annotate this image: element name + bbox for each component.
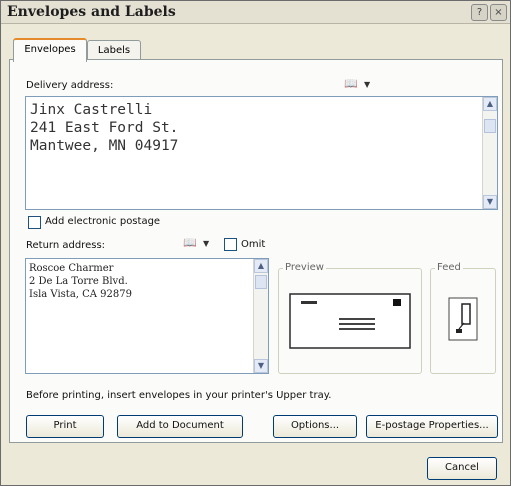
chevron-down-icon[interactable]: ▼ [203, 239, 209, 248]
delivery-address-text[interactable]: Jinx Castrelli 241 East Ford St. Mantwee… [26, 97, 497, 155]
help-icon[interactable]: ? [471, 4, 488, 21]
return-address-label: Return address: [26, 240, 106, 251]
address-book-icon[interactable]: 📖 [344, 77, 358, 90]
print-button[interactable]: Print [26, 415, 104, 438]
add-to-document-button[interactable]: Add to Document [117, 415, 243, 438]
scroll-thumb[interactable] [255, 275, 267, 289]
omit-checkbox[interactable] [224, 238, 237, 251]
address-book-icon[interactable]: 📖 [183, 236, 197, 249]
tab-envelopes[interactable]: Envelopes [13, 38, 87, 62]
delivery-address-field[interactable]: Jinx Castrelli 241 East Ford St. Mantwee… [25, 96, 498, 210]
scroll-down-icon[interactable]: ▼ [483, 195, 497, 209]
delivery-address-label: Delivery address: [26, 80, 114, 91]
tab-labels[interactable]: Labels [87, 40, 141, 61]
feed-label: Feed [435, 262, 463, 273]
dialog-title: Envelopes and Labels [7, 4, 176, 20]
title-bar: Envelopes and Labels ? × [1, 1, 510, 24]
scroll-down-icon[interactable]: ▼ [254, 359, 268, 373]
return-scrollbar[interactable]: ▲ ▼ [253, 259, 268, 373]
delivery-scrollbar[interactable]: ▲ ▼ [482, 97, 497, 209]
printer-info-text: Before printing, insert envelopes in you… [26, 390, 332, 401]
envelopes-labels-dialog: Envelopes and Labels ? × Envelopes Label… [0, 0, 511, 486]
add-postage-label: Add electronic postage [45, 216, 161, 227]
chevron-down-icon[interactable]: ▼ [364, 80, 370, 89]
envelopes-panel: Delivery address: 📖 ▼ Jinx Castrelli 241… [9, 59, 503, 443]
close-icon[interactable]: × [490, 4, 507, 21]
scroll-thumb[interactable] [484, 119, 496, 133]
epostage-properties-button[interactable]: E-postage Properties... [366, 415, 498, 438]
return-address-text[interactable]: Roscoe Charmer 2 De La Torre Blvd. Isla … [26, 259, 268, 301]
options-button[interactable]: Options... [273, 415, 357, 438]
preview-label: Preview [283, 262, 326, 273]
feed-group[interactable]: Feed [430, 262, 496, 374]
scroll-up-icon[interactable]: ▲ [483, 97, 497, 111]
preview-group[interactable]: Preview [278, 262, 422, 374]
return-address-field[interactable]: Roscoe Charmer 2 De La Torre Blvd. Isla … [25, 258, 269, 374]
scroll-up-icon[interactable]: ▲ [254, 259, 268, 273]
cancel-button[interactable]: Cancel [427, 457, 497, 480]
add-postage-checkbox[interactable] [28, 216, 41, 229]
feed-envelope-icon[interactable] [448, 297, 478, 341]
envelope-preview-icon[interactable] [289, 293, 411, 349]
omit-label: Omit [241, 239, 266, 250]
